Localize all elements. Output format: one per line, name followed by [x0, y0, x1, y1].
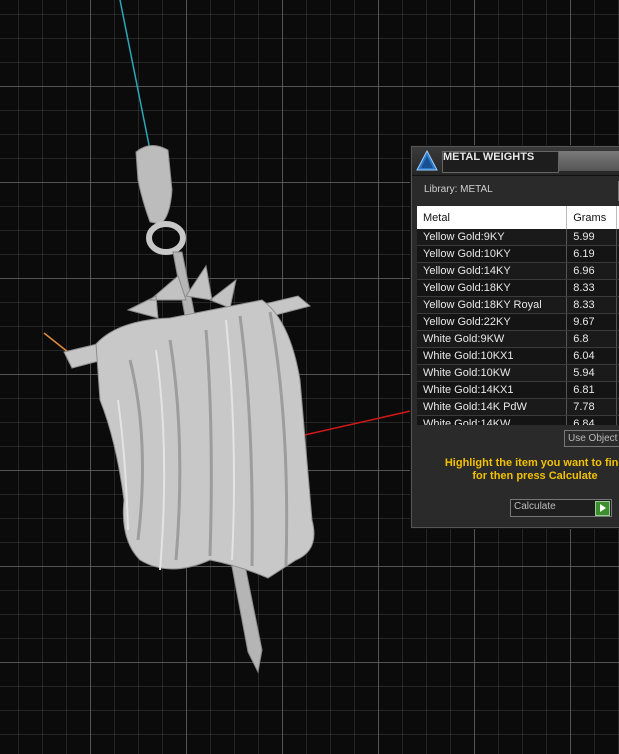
table-row[interactable]: Yellow Gold:22KY 9.67: [417, 313, 619, 331]
grams-cell: 7.78: [566, 398, 618, 416]
table-row[interactable]: White Gold:10KW 5.94: [417, 364, 619, 382]
grams-cell: 6.96: [566, 262, 618, 280]
calculate-select[interactable]: Calculate: [510, 499, 612, 517]
column-header-grams[interactable]: Grams: [566, 206, 618, 229]
table-row[interactable]: White Gold:14KW 6.84: [417, 415, 619, 425]
table-row[interactable]: Yellow Gold:18KY Royal 8.33: [417, 296, 619, 314]
table-row[interactable]: White Gold:9KW 6.8: [417, 330, 619, 348]
grams-cell: 5.94: [566, 364, 618, 382]
metal-cell: Yellow Gold:18KY Royal: [417, 296, 568, 314]
metal-cell: Yellow Gold:9KY: [417, 229, 568, 246]
table-row[interactable]: Yellow Gold:10KY 6.19: [417, 245, 619, 263]
table-header-row: Metal Grams: [417, 206, 619, 229]
metal-cell: White Gold:14KX1: [417, 381, 568, 399]
x-axis-line: [299, 409, 416, 437]
metal-cell: White Gold:9KW: [417, 330, 568, 348]
grams-cell: 6.84: [566, 415, 618, 425]
metal-cell: Yellow Gold:10KY: [417, 245, 568, 263]
metal-cell: Yellow Gold:14KY: [417, 262, 568, 280]
metal-cell: Yellow Gold:22KY: [417, 313, 568, 331]
metal-weights-panel: METAL WEIGHTS Library: METAL Metal Grams…: [411, 146, 619, 528]
metal-cell: White Gold:10KX1: [417, 347, 568, 365]
table-row[interactable]: Yellow Gold:18KY 8.33: [417, 279, 619, 297]
grams-cell: 6.8: [566, 330, 618, 348]
metal-cell: White Gold:14KW: [417, 415, 568, 425]
app-logo-icon: [416, 150, 438, 171]
table-row[interactable]: White Gold:10KX1 6.04: [417, 347, 619, 365]
instruction-line-2: for then press Calculate: [472, 470, 598, 482]
grams-cell: 9.67: [566, 313, 618, 331]
titlebar-fill: [559, 151, 619, 171]
grams-cell: 8.33: [566, 279, 618, 297]
table-row[interactable]: Yellow Gold:9KY 5.99: [417, 229, 619, 246]
go-arrow-icon[interactable]: [595, 501, 610, 516]
instruction-text: Highlight the item you want to find for …: [430, 457, 619, 483]
metal-cell: White Gold:14K PdW: [417, 398, 568, 416]
column-header-metal[interactable]: Metal: [417, 206, 568, 229]
grams-cell: 6.04: [566, 347, 618, 365]
calculate-label: Calculate: [514, 501, 556, 512]
metal-cell: White Gold:10KW: [417, 364, 568, 382]
table-row[interactable]: Yellow Gold:14KY 6.96: [417, 262, 619, 280]
metal-cell: Yellow Gold:18KY: [417, 279, 568, 297]
grams-cell: 5.99: [566, 229, 618, 246]
panel-titlebar[interactable]: METAL WEIGHTS: [412, 147, 619, 176]
instruction-line-1: Highlight the item you want to find: [444, 457, 619, 469]
pendant-model[interactable]: [63, 145, 315, 674]
grams-cell: 8.33: [566, 296, 618, 314]
panel-title: METAL WEIGHTS: [442, 151, 559, 173]
library-label: Library: METAL: [424, 184, 493, 195]
table-row[interactable]: White Gold:14K PdW 7.78: [417, 398, 619, 416]
table-row[interactable]: White Gold:14KX1 6.81: [417, 381, 619, 399]
grams-cell: 6.19: [566, 245, 618, 263]
use-object-button[interactable]: Use Object: [564, 430, 619, 447]
y-axis-line: [119, 0, 153, 161]
metal-table[interactable]: Metal Grams Yellow Gold:9KY 5.99 Yellow Go…: [417, 206, 619, 425]
grams-cell: 6.81: [566, 381, 618, 399]
